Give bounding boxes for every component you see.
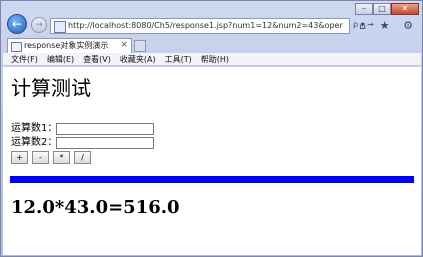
forward-arrow-icon[interactable]: → — [31, 17, 47, 33]
menu-file[interactable]: 文件(F) — [11, 53, 38, 65]
tab-title: response对象实例演示 — [24, 41, 109, 50]
close-button[interactable]: ✕ — [391, 3, 419, 15]
menu-edit[interactable]: 编辑(E) — [47, 53, 74, 65]
operand1-input[interactable] — [56, 123, 154, 135]
menu-view[interactable]: 查看(V) — [83, 53, 111, 65]
tab-response-demo[interactable]: response对象实例演示 × — [7, 38, 132, 53]
blue-divider-bar — [10, 176, 414, 183]
operand2-label: 运算数2： — [11, 137, 58, 148]
subtract-button[interactable]: - — [32, 151, 49, 164]
page-content: 计算测试 运算数1： 运算数2： + - * / 12.0*43.0=516.0 — [3, 67, 421, 255]
maximize-button[interactable]: □ — [373, 3, 391, 15]
multiply-button[interactable]: * — [53, 151, 70, 164]
window-controls: – □ ✕ — [355, 3, 419, 15]
page-favicon-icon — [54, 21, 66, 33]
browser-window: ← → http://localhost:8080/Ch5/response1.… — [0, 0, 423, 257]
tab-close-icon[interactable]: × — [120, 39, 128, 52]
tab-page-icon — [11, 42, 22, 52]
menu-favorites[interactable]: 收藏夹(A) — [120, 53, 156, 65]
address-row: ← → http://localhost:8080/Ch5/response1.… — [1, 1, 423, 37]
operand1-label: 运算数1： — [11, 123, 58, 134]
menu-help[interactable]: 帮助(H) — [201, 53, 229, 65]
address-bar[interactable]: http://localhost:8080/Ch5/response1.jsp?… — [50, 18, 350, 34]
minimize-button[interactable]: – — [355, 3, 373, 15]
add-button[interactable]: + — [11, 151, 28, 164]
page-title: 计算测试 — [11, 76, 91, 100]
tab-strip: response对象实例演示 × — [1, 37, 423, 53]
new-tab-button[interactable] — [134, 40, 146, 52]
divide-button[interactable]: / — [74, 151, 91, 164]
home-favorites-settings-icons[interactable]: ⌂ ★ ⚙ — [359, 19, 418, 32]
back-arrow-icon[interactable]: ← — [7, 14, 27, 34]
menu-bar: 文件(F) 编辑(E) 查看(V) 收藏夹(A) 工具(T) 帮助(H) — [3, 53, 421, 66]
menu-tools[interactable]: 工具(T) — [165, 53, 192, 65]
address-bar-url: http://localhost:8080/Ch5/response1.jsp?… — [68, 21, 343, 30]
calculation-result: 12.0*43.0=516.0 — [11, 197, 180, 218]
operand2-input[interactable] — [56, 137, 154, 149]
